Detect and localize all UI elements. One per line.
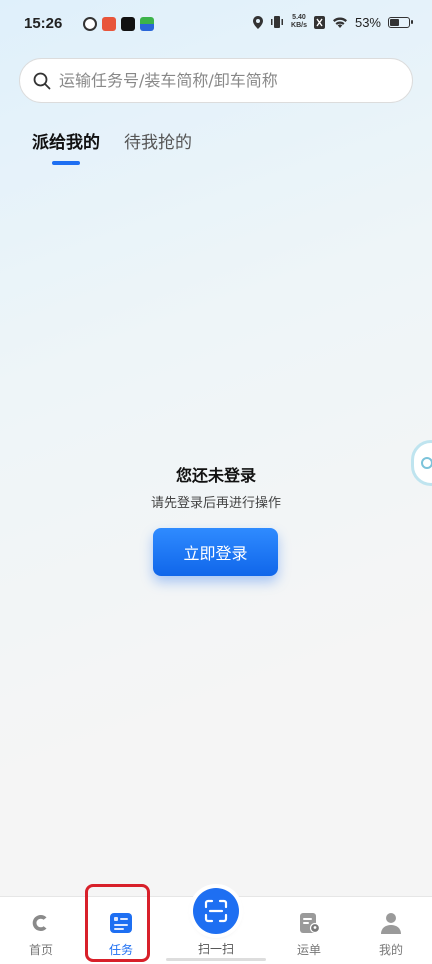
tab-waiting-to-grab[interactable]: 待我抢的 (124, 128, 192, 165)
waybill-icon (300, 913, 321, 934)
tab-label: 待我抢的 (124, 133, 192, 153)
nav-mine[interactable]: 我的 (356, 897, 426, 964)
wifi-icon (332, 17, 347, 28)
status-right: 5.40 KB/s 53% (253, 14, 413, 30)
scan-button[interactable] (193, 888, 239, 934)
nav-task[interactable]: 任务 (86, 897, 156, 964)
active-tab-indicator (52, 161, 80, 165)
app-notification-icon (83, 17, 97, 31)
scan-icon (204, 899, 228, 923)
login-button[interactable]: 立即登录 (153, 528, 278, 576)
nav-waybill[interactable]: 运单 (274, 897, 344, 964)
sim-off-icon (313, 15, 325, 29)
nav-waybill-label: 运单 (296, 943, 321, 957)
empty-state: 您还未登录 请先登录后再进行操作 (0, 462, 432, 511)
status-time: 15:26 (24, 15, 63, 32)
vibrate-icon (271, 16, 284, 28)
battery-icon (388, 16, 413, 28)
search-input[interactable] (59, 71, 379, 90)
empty-state-subtitle: 请先登录后再进行操作 (150, 496, 281, 511)
nav-mine-label: 我的 (378, 943, 403, 957)
app-notification-icon (140, 17, 154, 31)
nav-task-label: 任务 (108, 943, 133, 957)
task-tabs: 派给我的 待我抢的 (32, 128, 192, 165)
profile-icon (381, 913, 401, 934)
scan-label: 扫一扫 (197, 942, 234, 956)
home-indicator (166, 958, 266, 961)
task-icon (110, 913, 132, 933)
empty-state-title: 您还未登录 (175, 466, 256, 485)
app-notification-icon (102, 17, 116, 31)
nav-home[interactable]: 首页 (6, 897, 76, 964)
status-bar: 15:26 5.40 KB/s 53% (0, 0, 432, 50)
home-icon (32, 915, 47, 931)
assistant-icon (421, 457, 432, 469)
search-icon (33, 72, 51, 89)
nav-home-label: 首页 (28, 943, 53, 957)
network-speed: 5.40 KB/s (291, 14, 307, 29)
battery-percent: 53% (354, 14, 381, 30)
battery-level (390, 18, 399, 26)
search-bar[interactable] (19, 58, 413, 103)
tab-assigned-to-me[interactable]: 派给我的 (32, 128, 100, 165)
tab-label: 派给我的 (32, 133, 100, 153)
notification-icons (83, 17, 154, 31)
location-icon (253, 15, 264, 29)
tiktok-icon (121, 17, 135, 31)
